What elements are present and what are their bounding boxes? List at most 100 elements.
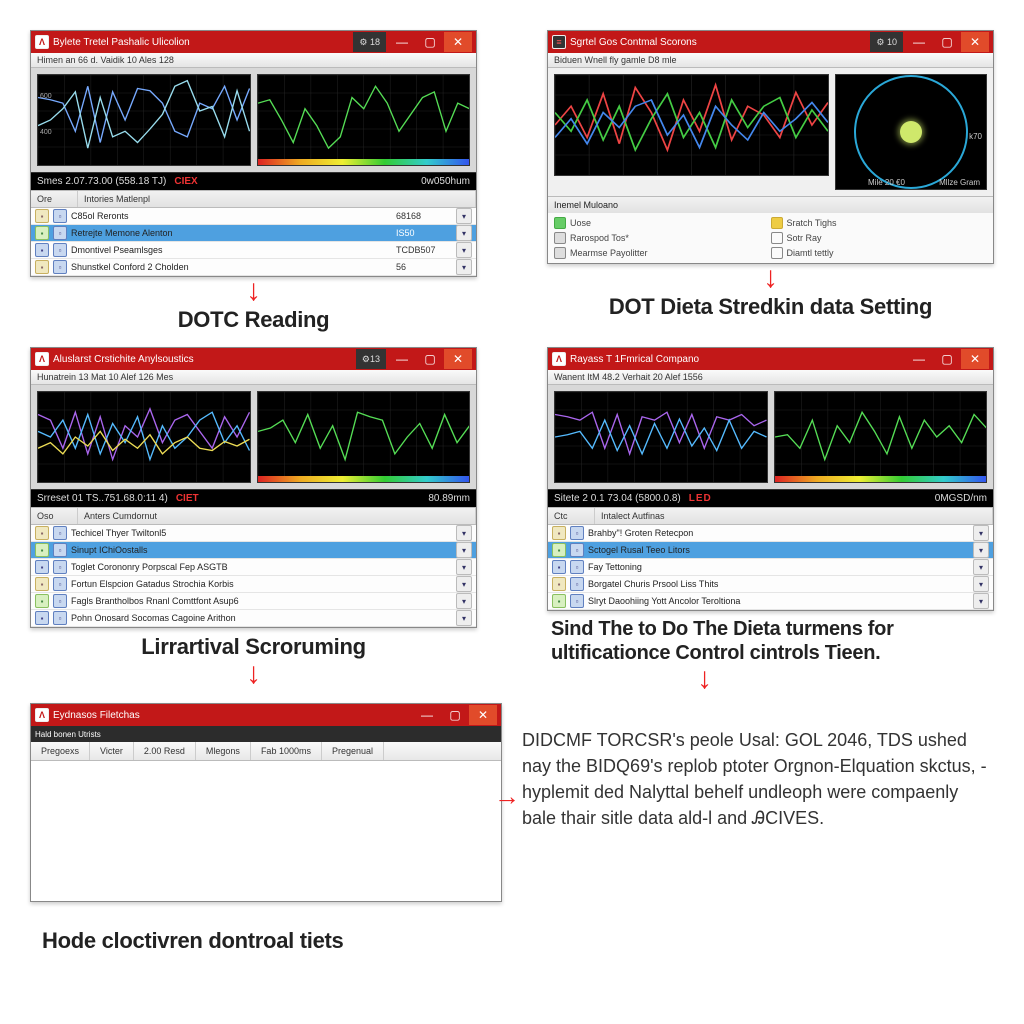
option-item[interactable]: Mearmse Payolitter bbox=[554, 247, 771, 259]
row-icon: ▪ bbox=[35, 577, 49, 591]
row-value: 56 bbox=[396, 262, 456, 272]
table-row[interactable]: ▪▫Fagls Brantholbos Rnanl Comttfont Asup… bbox=[31, 593, 476, 610]
maximize-icon[interactable]: ▢ bbox=[933, 32, 961, 52]
maximize-icon[interactable]: ▢ bbox=[416, 349, 444, 369]
table-row[interactable]: ▪▫Techicel Thyer Twiltonl5▾ bbox=[31, 525, 476, 542]
toolbar-button[interactable]: Mlegons bbox=[196, 742, 251, 760]
sub-menubar[interactable]: Hald bonen Utrists bbox=[31, 726, 501, 742]
row-label: Dmontivel Pseamlsges bbox=[71, 245, 396, 255]
titlebar-b[interactable]: ≡ Sgrtel Gos Contmal Scorons ⚙ 10 — ▢ ✕ bbox=[548, 31, 993, 53]
checkbox-icon[interactable] bbox=[554, 217, 566, 229]
table-row[interactable]: ▪▫Retrejte Memone AlentonIS50▾ bbox=[31, 225, 476, 242]
table-row[interactable]: ▪▫Dmontivel PseamlsgesTCDB507▾ bbox=[31, 242, 476, 259]
header-badge[interactable]: ⚙ 18 bbox=[353, 32, 386, 52]
table-row[interactable]: ▪▫Brahby"! Groten Retecpon▾ bbox=[548, 525, 993, 542]
table-row[interactable]: ▪▫Toglet Corononry Porpscal Fep ASGTB▾ bbox=[31, 559, 476, 576]
arrow-down-icon: ↓ bbox=[30, 281, 477, 301]
option-item[interactable]: Diamtl tettly bbox=[771, 247, 988, 259]
close-icon[interactable]: ✕ bbox=[469, 705, 497, 725]
paragraph-text: DIDCMF TORCSR's peole Usal: GOL 2046, TD… bbox=[522, 703, 994, 831]
chevron-down-icon[interactable]: ▾ bbox=[973, 576, 989, 592]
row-icon2: ▫ bbox=[53, 577, 67, 591]
checkbox-icon[interactable] bbox=[554, 232, 566, 244]
option-item[interactable]: Sratch Tighs bbox=[771, 217, 988, 229]
row-icon: ▪ bbox=[552, 594, 566, 608]
close-icon[interactable]: ✕ bbox=[444, 32, 472, 52]
chevron-down-icon[interactable]: ▾ bbox=[456, 593, 472, 609]
table-row[interactable]: ▪▫Pohn Onosard Socomas Cagoine Arithon▾ bbox=[31, 610, 476, 627]
table-row[interactable]: ▪▫Fortun Elspcion Gatadus Strochia Korbi… bbox=[31, 576, 476, 593]
chevron-down-icon[interactable]: ▾ bbox=[456, 242, 472, 258]
titlebar-d[interactable]: Λ Rayass T 1Fmrical Compano — ▢ ✕ bbox=[548, 348, 993, 370]
table-header: Ore Intories Matlenpl bbox=[31, 190, 476, 208]
close-icon[interactable]: ✕ bbox=[961, 32, 989, 52]
minimize-icon[interactable]: — bbox=[905, 349, 933, 369]
titlebar-a[interactable]: Λ Bylete Tretel Pashalic Ulicolion ⚙ 18 … bbox=[31, 31, 476, 53]
close-icon[interactable]: ✕ bbox=[961, 349, 989, 369]
titlebar-e[interactable]: Λ Eydnasos Filetchas — ▢ ✕ bbox=[31, 704, 501, 726]
chevron-down-icon[interactable]: ▾ bbox=[456, 208, 472, 224]
option-item[interactable]: Sotr Ray bbox=[771, 232, 988, 244]
table-row[interactable]: ▪▫C85ol Reronts68168▾ bbox=[31, 208, 476, 225]
minimize-icon[interactable]: — bbox=[388, 349, 416, 369]
chevron-down-icon[interactable]: ▾ bbox=[456, 542, 472, 558]
chart-a-left: 600 400 bbox=[37, 74, 251, 166]
row-value: TCDB507 bbox=[396, 245, 456, 255]
menubar[interactable]: Himen an 66 d. Vaidik 10 Ales 128 bbox=[31, 53, 476, 68]
maximize-icon[interactable]: ▢ bbox=[441, 705, 469, 725]
minimize-icon[interactable]: — bbox=[905, 32, 933, 52]
chevron-down-icon[interactable]: ▾ bbox=[456, 525, 472, 541]
table-row[interactable]: ▪▫Borgatel Churis Prsool Liss Thits▾ bbox=[548, 576, 993, 593]
header-badge[interactable]: ⚙ 13 bbox=[356, 349, 386, 369]
menubar[interactable]: Hunatrein 13 Mat 10 Alef 126 Mes bbox=[31, 370, 476, 385]
chevron-down-icon[interactable]: ▾ bbox=[973, 525, 989, 541]
titlebar-c[interactable]: Λ Aluslarst Crstichite Anylsoustics ⚙ 13… bbox=[31, 348, 476, 370]
table-row[interactable]: ▪▫Fay Tettoning▾ bbox=[548, 559, 993, 576]
checkbox-icon[interactable] bbox=[554, 247, 566, 259]
caption-a: DOTC Reading bbox=[30, 307, 477, 333]
sub-menu-label: Hald bonen Utrists bbox=[35, 730, 101, 739]
row-icon2: ▫ bbox=[570, 577, 584, 591]
option-item[interactable]: Uose bbox=[554, 217, 771, 229]
caption-b: DOT Dieta Stredkin data Setting bbox=[547, 294, 994, 320]
toolbar-button[interactable]: Pregenual bbox=[322, 742, 384, 760]
chevron-down-icon[interactable]: ▾ bbox=[456, 225, 472, 241]
close-icon[interactable]: ✕ bbox=[444, 349, 472, 369]
chevron-down-icon[interactable]: ▾ bbox=[456, 610, 472, 626]
table-row[interactable]: ▪▫Sctogel Rusal Teeo Litors▾ bbox=[548, 542, 993, 559]
options-grid: UoseSratch TighsRarospod Tos*Sotr RayMea… bbox=[548, 213, 993, 263]
chevron-down-icon[interactable]: ▾ bbox=[973, 559, 989, 575]
toolbar-button[interactable]: Pregoexs bbox=[31, 742, 90, 760]
minimize-icon[interactable]: — bbox=[388, 32, 416, 52]
chevron-down-icon[interactable]: ▾ bbox=[456, 559, 472, 575]
row-icon2: ▫ bbox=[53, 594, 67, 608]
chart-c-right bbox=[257, 391, 471, 483]
checkbox-icon[interactable] bbox=[771, 217, 783, 229]
checkbox-icon[interactable] bbox=[771, 247, 783, 259]
chevron-down-icon[interactable]: ▾ bbox=[973, 593, 989, 609]
chevron-down-icon[interactable]: ▾ bbox=[456, 259, 472, 275]
table-row[interactable]: ▪▫Slryt Daoohiing Yott Ancolor Teroltion… bbox=[548, 593, 993, 610]
panel-b: ≡ Sgrtel Gos Contmal Scorons ⚙ 10 — ▢ ✕ … bbox=[547, 30, 994, 337]
chevron-down-icon[interactable]: ▾ bbox=[456, 576, 472, 592]
table-body-a: ▪▫C85ol Reronts68168▾▪▫Retrejte Memone A… bbox=[31, 208, 476, 276]
toolbar-button[interactable]: 2.00 Resd bbox=[134, 742, 196, 760]
menubar[interactable]: Biduen Wnell fly gamle D8 mle bbox=[548, 53, 993, 68]
maximize-icon[interactable]: ▢ bbox=[416, 32, 444, 52]
chevron-down-icon[interactable]: ▾ bbox=[973, 542, 989, 558]
row-icon2: ▫ bbox=[570, 594, 584, 608]
table-header: Oso Anters Cumdornut bbox=[31, 507, 476, 525]
table-row[interactable]: ▪▫Sinupt IChiOostalls▾ bbox=[31, 542, 476, 559]
table-body-c: ▪▫Techicel Thyer Twiltonl5▾▪▫Sinupt IChi… bbox=[31, 525, 476, 627]
header-badge[interactable]: ⚙ 10 bbox=[870, 32, 903, 52]
status-left: Srreset 01 TS..751.68.0:11 4) bbox=[37, 493, 168, 504]
menu-icon[interactable]: ≡ bbox=[552, 35, 566, 49]
app-icon: Λ bbox=[35, 352, 49, 366]
toolbar-button[interactable]: Fab 1000ms bbox=[251, 742, 322, 760]
toolbar-button[interactable]: Victer bbox=[90, 742, 134, 760]
menubar[interactable]: Wanent ItM 48.2 Verhait 20 Alef 1556 bbox=[548, 370, 993, 385]
option-item[interactable]: Rarospod Tos* bbox=[554, 232, 771, 244]
maximize-icon[interactable]: ▢ bbox=[933, 349, 961, 369]
checkbox-icon[interactable] bbox=[771, 232, 783, 244]
minimize-icon[interactable]: — bbox=[413, 705, 441, 725]
